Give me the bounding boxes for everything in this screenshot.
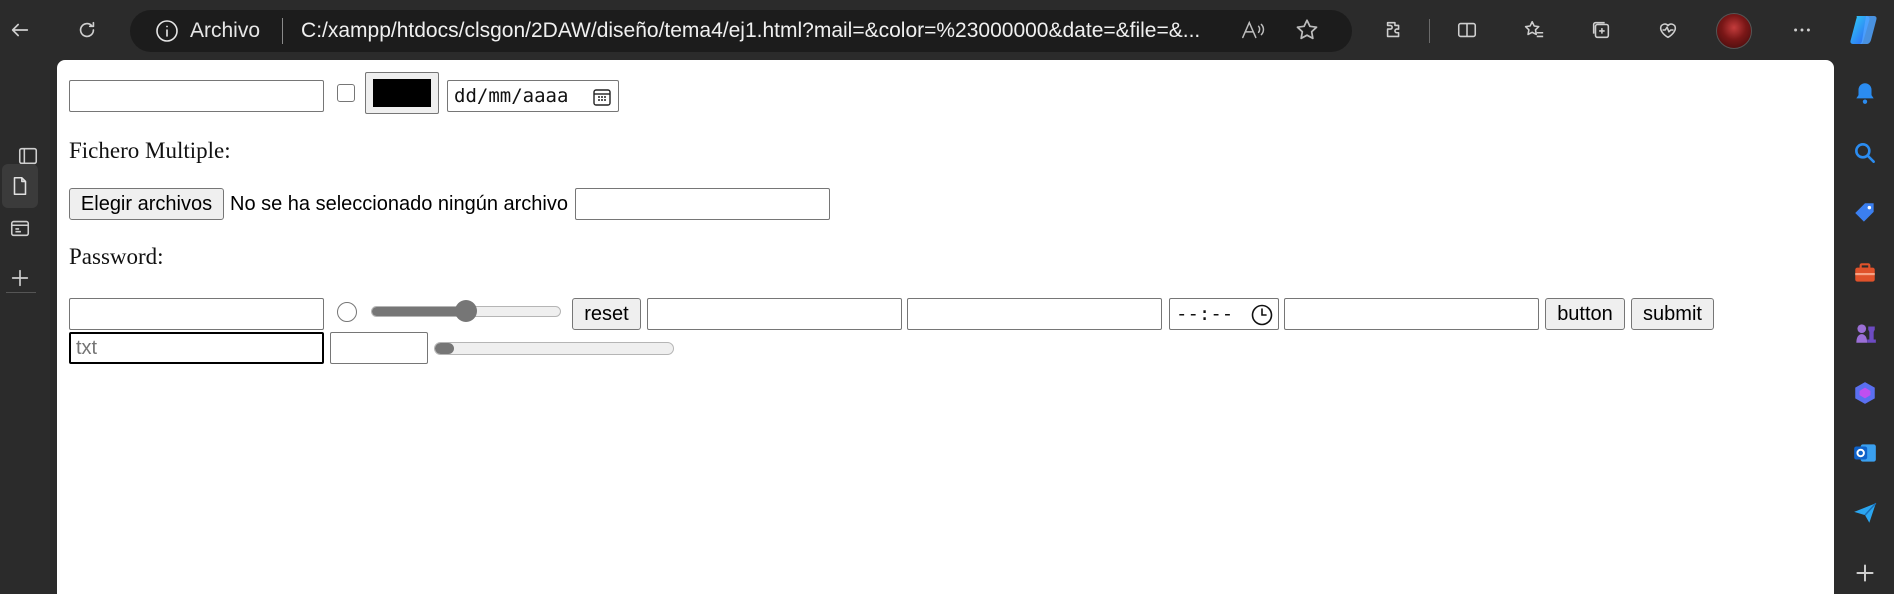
color-swatch — [373, 79, 431, 107]
progress-bar-fill — [435, 343, 455, 354]
text-input-b[interactable] — [907, 298, 1162, 330]
reset-button[interactable]: reset — [572, 298, 641, 330]
search-icon[interactable] — [1848, 136, 1882, 170]
vertical-tabs-rail — [0, 60, 56, 594]
text-input-a[interactable] — [647, 298, 902, 330]
send-paper-plane-icon[interactable] — [1848, 496, 1882, 530]
split-screen-icon[interactable] — [1449, 12, 1485, 48]
page-content: dd/mm/aaaa Fichero Multiple: Elegir arch… — [57, 60, 1834, 594]
progress-bar — [434, 342, 674, 355]
range-slider-thumb[interactable] — [455, 300, 477, 322]
favorites-icon[interactable] — [1516, 12, 1552, 48]
text-input-c[interactable] — [1284, 298, 1539, 330]
profile-avatar[interactable] — [1716, 13, 1752, 49]
more-options-icon[interactable] — [1784, 12, 1820, 48]
browser-toolbar: Archivo C:/xampp/htdocs/clsgon/2DAW/dise… — [0, 0, 1894, 60]
password-input[interactable] — [69, 298, 324, 330]
site-info-label[interactable]: Archivo — [190, 19, 260, 43]
toolbar-divider — [1429, 19, 1430, 43]
notifications-bell-icon[interactable] — [1848, 76, 1882, 110]
tab-other-page-icon[interactable] — [0, 206, 48, 250]
color-picker-input[interactable] — [365, 72, 439, 114]
browser-essentials-icon[interactable] — [1650, 12, 1686, 48]
url-text[interactable]: C:/xampp/htdocs/clsgon/2DAW/diseño/tema4… — [301, 19, 1231, 43]
microsoft365-icon[interactable] — [1848, 376, 1882, 410]
number-input[interactable] — [330, 332, 428, 364]
info-icon[interactable] — [154, 18, 180, 44]
radio-input[interactable] — [337, 302, 357, 322]
calendar-icon[interactable] — [592, 87, 612, 107]
text-input-after-file[interactable] — [575, 188, 830, 220]
shopping-tag-icon[interactable] — [1848, 196, 1882, 230]
games-chess-icon[interactable] — [1848, 316, 1882, 350]
read-aloud-icon[interactable] — [1240, 18, 1266, 48]
file-status-text: No se ha seleccionado ningún archivo — [230, 193, 568, 215]
date-placeholder: dd/mm/aaaa — [454, 85, 569, 107]
favorite-star-icon[interactable] — [1294, 17, 1320, 49]
mail-input[interactable] — [69, 80, 324, 112]
choose-files-button[interactable]: Elegir archivos — [69, 188, 224, 220]
time-input[interactable]: --:-- — [1169, 298, 1279, 330]
tab-current-page-icon[interactable] — [2, 164, 38, 208]
back-arrow-icon[interactable] — [2, 12, 38, 48]
address-separator — [282, 18, 284, 44]
date-input[interactable]: dd/mm/aaaa — [447, 80, 619, 112]
submit-button[interactable]: submit — [1631, 298, 1714, 330]
password-label: Password: — [69, 244, 164, 269]
tools-briefcase-icon[interactable] — [1848, 256, 1882, 290]
extensions-icon[interactable] — [1376, 12, 1412, 48]
add-sidebar-app-plus-icon[interactable] — [1848, 556, 1882, 590]
copilot-icon[interactable] — [1846, 12, 1882, 48]
time-placeholder: --:-- — [1176, 303, 1234, 325]
edge-sidebar — [1836, 60, 1894, 594]
refresh-icon[interactable] — [69, 12, 105, 48]
new-tab-plus-icon[interactable] — [0, 256, 48, 300]
address-bar[interactable]: Archivo C:/xampp/htdocs/clsgon/2DAW/dise… — [130, 10, 1352, 52]
txt-input[interactable] — [69, 332, 324, 364]
file-multiple-label: Fichero Multiple: — [69, 138, 231, 163]
collections-icon[interactable] — [1583, 12, 1619, 48]
outlook-icon[interactable] — [1848, 436, 1882, 470]
checkbox-input[interactable] — [337, 84, 355, 102]
generic-button[interactable]: button — [1545, 298, 1625, 330]
range-slider-fill — [372, 307, 466, 316]
clock-icon[interactable] — [1250, 303, 1274, 327]
